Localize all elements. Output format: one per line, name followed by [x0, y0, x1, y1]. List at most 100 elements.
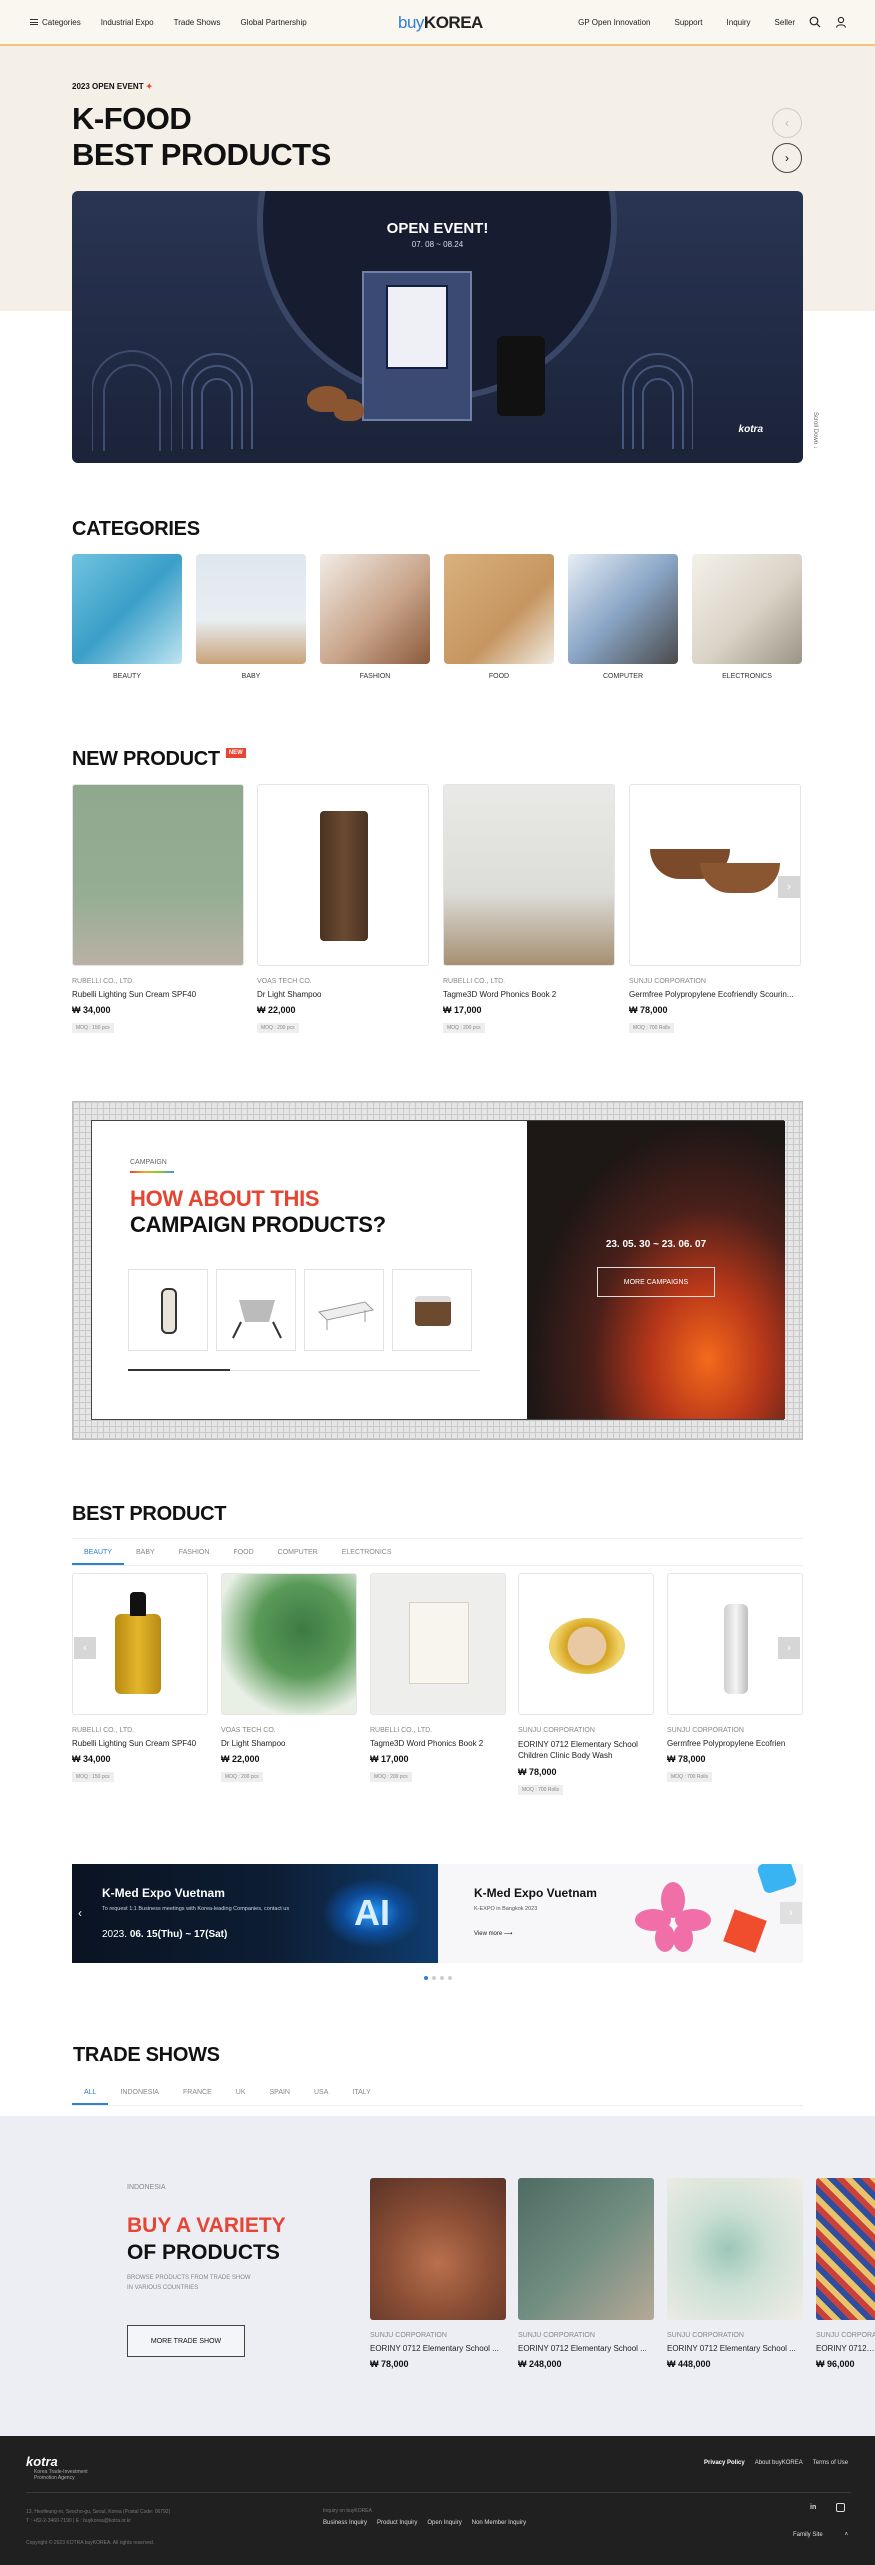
tab-beauty[interactable]: BEAUTY: [72, 1549, 125, 1565]
categories-menu[interactable]: Categories: [30, 18, 81, 27]
expo-prev-button[interactable]: ‹: [78, 1906, 82, 1920]
tab-all[interactable]: ALL: [72, 2089, 109, 2105]
product-moq: MOQ : 200 pcs: [257, 1023, 299, 1033]
privacy-policy-link[interactable]: Privacy Policy: [704, 2460, 745, 2466]
campaign-product-thumb[interactable]: [304, 1269, 384, 1351]
non-member-inquiry-link[interactable]: Non Member Inquiry: [472, 2520, 526, 2526]
nav-inquiry[interactable]: Inquiry: [727, 18, 751, 27]
expo-next-button[interactable]: ›: [780, 1902, 802, 1924]
more-campaigns-button[interactable]: MORE CAMPAIGNS: [597, 1267, 715, 1297]
scroll-down[interactable]: Scroll Down ↓: [812, 412, 818, 449]
campaign-product-thumb[interactable]: [128, 1269, 208, 1351]
tab-usa[interactable]: USA: [302, 2089, 340, 2105]
campaign-panel: CAMPAIGN HOW ABOUT THIS CAMPAIGN PRODUCT…: [91, 1120, 785, 1420]
nav-right: GP Open Innovation Support Inquiry Selle…: [578, 18, 795, 27]
product-card[interactable]: RUBELLI CO., LTD. Tagme3D Word Phonics B…: [443, 784, 615, 1034]
pagination-dot[interactable]: [432, 1976, 436, 1980]
category-label[interactable]: ELECTRONICS: [692, 673, 802, 680]
nav-industrial-expo[interactable]: Industrial Expo: [101, 18, 154, 27]
tab-electronics[interactable]: ELECTRONICS: [330, 1549, 404, 1565]
campaign-progress-fill[interactable]: [128, 1369, 230, 1371]
trade-show-card[interactable]: SUNJU CORPORATION EORINY 0712 Elementary…: [667, 2178, 803, 2369]
hero-prev-button[interactable]: ‹: [772, 108, 802, 138]
product-company: SUNJU CORPORATION: [518, 2332, 595, 2339]
expo-banner-right[interactable]: K-Med Expo Vuetnam K-EXPO in Bangkok 202…: [438, 1864, 803, 1963]
open-inquiry-link[interactable]: Open Inquiry: [427, 2520, 461, 2526]
tab-france[interactable]: FRANCE: [171, 2089, 224, 2105]
business-inquiry-link[interactable]: Business Inquiry: [323, 2520, 367, 2526]
best-product-prev-button[interactable]: ‹: [74, 1637, 96, 1659]
product-company: SUNJU CORPORATION: [816, 2332, 875, 2339]
gift-box-label: [386, 285, 448, 369]
category-food-image[interactable]: [444, 554, 554, 664]
terms-link[interactable]: Terms of Use: [813, 2460, 848, 2466]
tab-fashion[interactable]: FASHION: [167, 1549, 222, 1565]
product-price: ₩ 22,000: [221, 1754, 260, 1764]
tab-spain[interactable]: SPAIN: [258, 2089, 303, 2105]
footer-logo-sub: Korea Trade-Investment Promotion Agency: [34, 2469, 88, 2481]
site-logo[interactable]: buyKOREA: [398, 13, 483, 33]
product-card[interactable]: RUBELLI CO., LTD. Rubelli Lighting Sun C…: [72, 784, 244, 1034]
nav-seller[interactable]: Seller: [775, 18, 795, 27]
nav-gp-open-innovation[interactable]: GP Open Innovation: [578, 18, 650, 27]
product-card[interactable]: SUNJU CORPORATION EORINY 0712 Elementary…: [518, 1573, 654, 1796]
trade-shows-title: TRADE SHOWS: [73, 2044, 220, 2066]
pagination-dot-active[interactable]: [424, 1976, 428, 1980]
product-card[interactable]: RUBELLI CO., LTD. Rubelli Lighting Sun C…: [72, 1573, 208, 1783]
category-label[interactable]: FASHION: [320, 673, 430, 680]
tab-baby[interactable]: BABY: [124, 1549, 167, 1565]
tab-italy[interactable]: ITALY: [340, 2089, 382, 2105]
hero-banner[interactable]: OPEN EVENT! 07. 08 ~ 08.24 kotra: [72, 191, 803, 463]
site-footer: kotra Korea Trade-Investment Promotion A…: [0, 2436, 875, 2565]
category-label[interactable]: BABY: [196, 673, 306, 680]
nav-global-partnership[interactable]: Global Partnership: [240, 18, 306, 27]
nav-trade-shows[interactable]: Trade Shows: [174, 18, 221, 27]
nav-support[interactable]: Support: [675, 18, 703, 27]
category-label[interactable]: FOOD: [444, 673, 554, 680]
trade-show-card[interactable]: SUNJU CORPORATION EORINY 0712 Elementary…: [370, 2178, 506, 2369]
product-inquiry-link[interactable]: Product Inquiry: [377, 2520, 417, 2526]
category-label[interactable]: COMPUTER: [568, 673, 678, 680]
trade-show-card[interactable]: SUNJU CORPORATION EORINY 0712 Elementary…: [518, 2178, 654, 2369]
more-trade-show-button[interactable]: MORE TRADE SHOW: [127, 2325, 245, 2357]
pagination-dot[interactable]: [440, 1976, 444, 1980]
category-beauty-image[interactable]: [72, 554, 182, 664]
product-card[interactable]: VOAS TECH CO. Dr Light Shampoo ₩ 22,000 …: [257, 784, 429, 1034]
product-card[interactable]: SUNJU CORPORATION Germfree Polypropylene…: [667, 1573, 803, 1783]
linkedin-icon[interactable]: in: [810, 2504, 816, 2511]
category-electronics-image[interactable]: [692, 554, 802, 664]
search-icon[interactable]: [809, 16, 821, 28]
product-name: EORINY 0712 Elementary School ...: [667, 2344, 796, 2353]
category-baby-image[interactable]: [196, 554, 306, 664]
category-computer-image[interactable]: [568, 554, 678, 664]
product-card[interactable]: SUNJU CORPORATION Germfree Polypropylene…: [629, 784, 801, 1034]
about-link[interactable]: About buyKOREA: [755, 2460, 803, 2466]
hero-next-button[interactable]: ›: [772, 143, 802, 173]
user-icon[interactable]: [835, 16, 847, 28]
instagram-icon[interactable]: [836, 2503, 845, 2512]
footer-kotra-logo: kotra: [26, 2454, 58, 2469]
tab-computer[interactable]: COMPUTER: [266, 1549, 330, 1565]
campaign-product-thumb[interactable]: [392, 1269, 472, 1351]
product-company: SUNJU CORPORATION: [518, 1727, 595, 1734]
view-more-link[interactable]: View more ⟶: [474, 1930, 513, 1937]
expo-banner-left[interactable]: K-Med Expo Vuetnam To request 1:1 Busine…: [72, 1864, 438, 1963]
tab-uk[interactable]: UK: [224, 2089, 258, 2105]
product-card[interactable]: RUBELLI CO., LTD. Tagme3D Word Phonics B…: [370, 1573, 506, 1783]
trade-show-desc: BROWSE PRODUCTS FROM TRADE SHOW IN VARIO…: [127, 2273, 251, 2293]
pagination-dot[interactable]: [448, 1976, 452, 1980]
best-product-next-button[interactable]: ›: [778, 1637, 800, 1659]
new-product-next-button[interactable]: ›: [778, 876, 800, 898]
product-image: [629, 784, 801, 966]
category-fashion-image[interactable]: [320, 554, 430, 664]
product-price: ₩ 78,000: [667, 1754, 706, 1764]
trade-show-card[interactable]: SUNJU CORPORATION EORINY 0712 Eleme ₩ 96…: [816, 2178, 875, 2369]
product-name: Germfree Polypropylene Ecofriendly Scour…: [629, 990, 794, 999]
product-card[interactable]: VOAS TECH CO. Dr Light Shampoo ₩ 22,000 …: [221, 1573, 357, 1783]
tab-food[interactable]: FOOD: [221, 1549, 265, 1565]
category-label[interactable]: BEAUTY: [72, 673, 182, 680]
dropper-shape: [130, 1592, 146, 1616]
tab-indonesia[interactable]: INDONESIA: [108, 2089, 171, 2105]
campaign-product-thumb[interactable]: [216, 1269, 296, 1351]
family-site-select[interactable]: Family Site ˄: [793, 2532, 848, 2538]
